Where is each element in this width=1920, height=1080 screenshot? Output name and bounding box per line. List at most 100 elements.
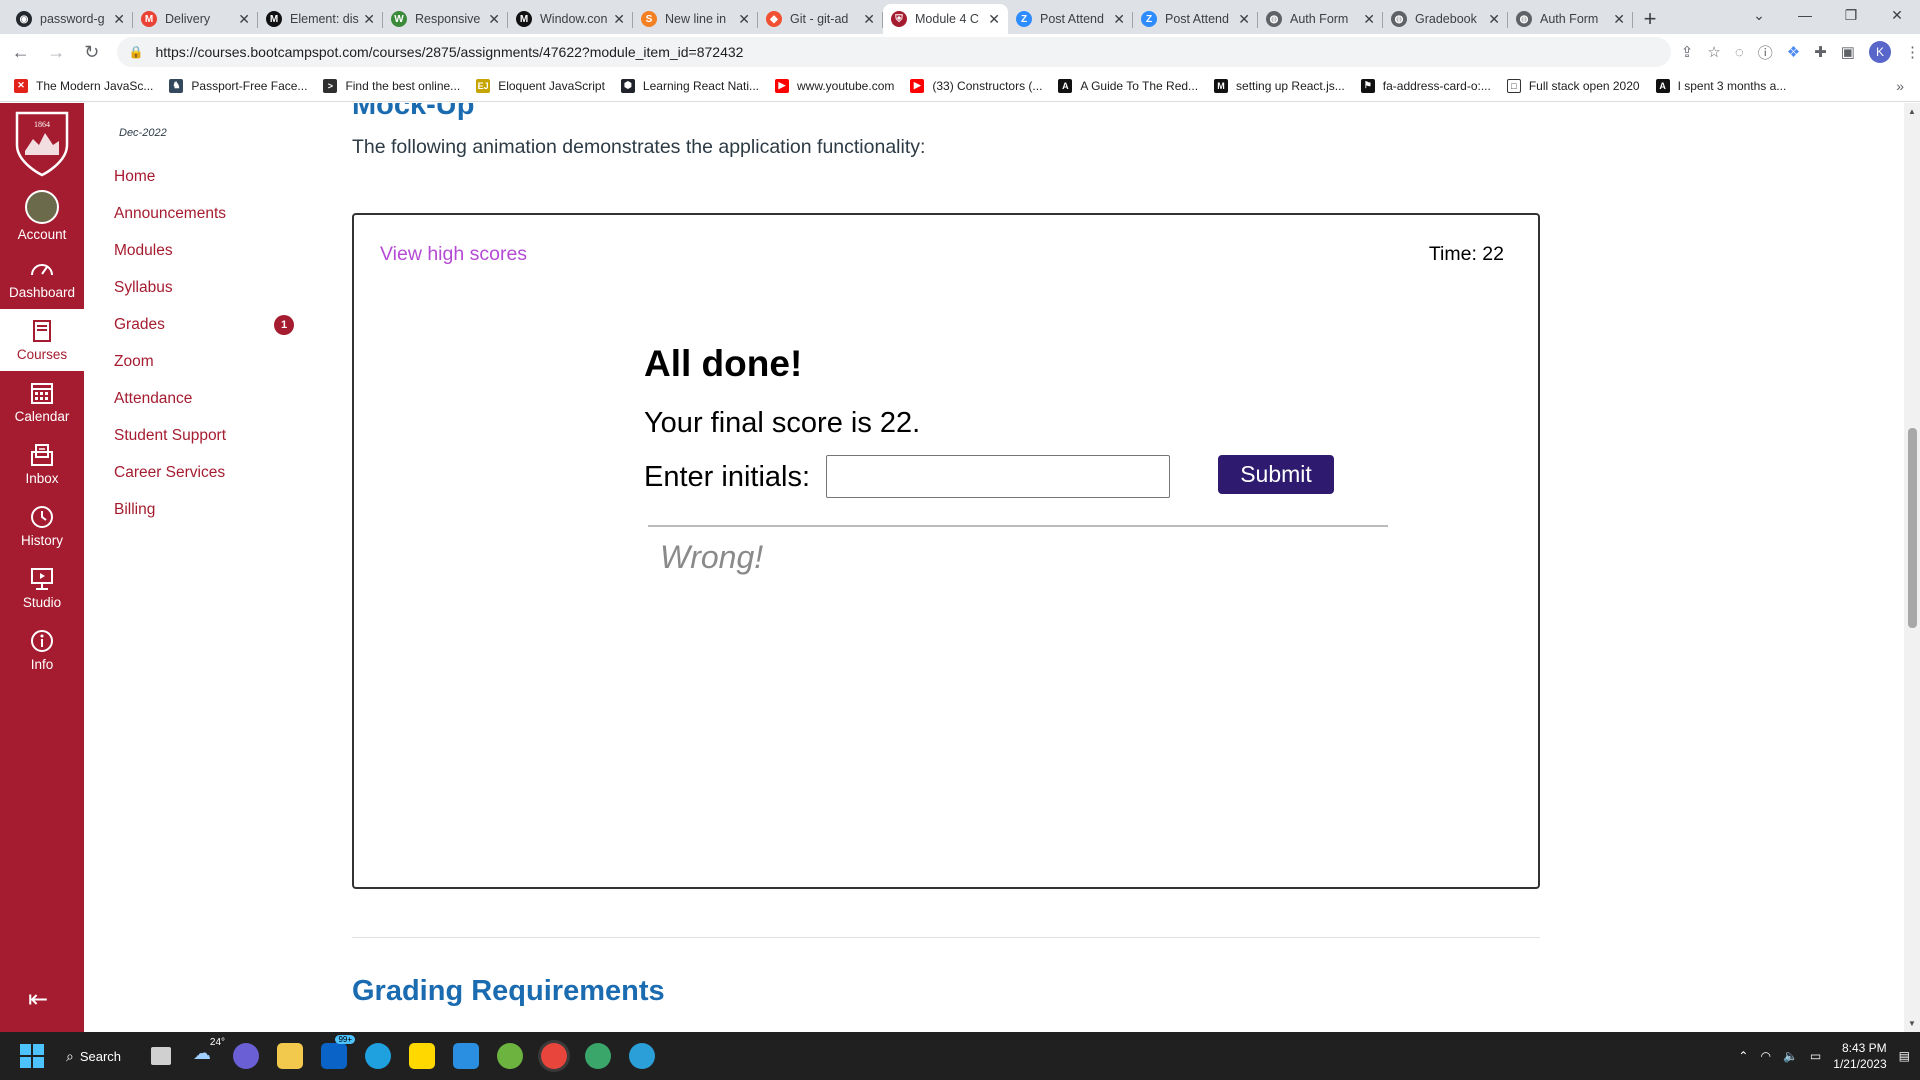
browser-tab[interactable]: ⛨ Module 4 C ✕	[883, 4, 1008, 34]
globe-app-icon[interactable]	[585, 1043, 612, 1069]
bookmark-item[interactable]: ⬢ Learning React Nati...	[620, 78, 759, 93]
university-logo[interactable]: 1864	[0, 103, 84, 185]
menu-icon[interactable]: ⋮	[1905, 43, 1920, 61]
course-nav-attendance[interactable]: Attendance	[114, 380, 294, 417]
extension-icon[interactable]: ⓘ	[1758, 42, 1773, 63]
teams-chat-icon[interactable]	[233, 1043, 260, 1069]
browser-tab[interactable]: Z Post Attend ✕	[1133, 4, 1258, 34]
tab-close-icon[interactable]: ✕	[363, 11, 375, 28]
browser-tab[interactable]: M Delivery ✕	[133, 4, 258, 34]
tab-close-icon[interactable]: ✕	[113, 11, 125, 28]
start-windows-icon[interactable]	[20, 1044, 44, 1068]
course-nav-syllabus[interactable]: Syllabus	[114, 269, 294, 306]
browser-tab[interactable]: M Window.con ✕	[508, 4, 633, 34]
extension-icon[interactable]: ❖	[1787, 43, 1800, 61]
minimize-icon[interactable]: —	[1782, 0, 1828, 30]
browser-tab[interactable]: ◍ Auth Form ✕	[1508, 4, 1633, 34]
bookmark-star-icon[interactable]: ☆	[1707, 43, 1720, 61]
nav-history[interactable]: History	[0, 495, 84, 557]
tab-close-icon[interactable]: ✕	[613, 11, 625, 28]
vscode-icon[interactable]	[453, 1043, 480, 1069]
utorrent-icon[interactable]	[497, 1043, 524, 1069]
browser-tab[interactable]: ◆ Git - git-ad ✕	[758, 4, 883, 34]
clock[interactable]: 8:43 PM 1/21/2023	[1833, 1040, 1886, 1072]
weather-icon[interactable]: ☁ 24°	[189, 1037, 225, 1069]
tab-close-icon[interactable]: ✕	[1238, 11, 1250, 28]
bookmark-item[interactable]: > Find the best online...	[323, 78, 460, 93]
bookmark-item[interactable]: A I spent 3 months a...	[1655, 78, 1786, 93]
network-app-icon[interactable]	[629, 1043, 656, 1069]
course-nav-career-services[interactable]: Career Services	[114, 454, 294, 491]
sticky-notes-icon[interactable]	[409, 1043, 436, 1069]
tab-close-icon[interactable]: ✕	[488, 11, 500, 28]
nav-account[interactable]: Account	[0, 185, 84, 247]
restore-icon[interactable]: ❐	[1828, 0, 1874, 30]
task-view-icon[interactable]	[151, 1047, 172, 1065]
bookmark-item[interactable]: A A Guide To The Red...	[1058, 78, 1198, 93]
extension-icon[interactable]: ◌	[1735, 44, 1744, 61]
browser-tab[interactable]: ◉ password-g ✕	[8, 4, 133, 34]
new-tab-button[interactable]: +	[1633, 4, 1667, 34]
course-nav-home[interactable]: Home	[114, 158, 294, 195]
wifi-icon[interactable]: ◠	[1760, 1049, 1770, 1063]
notifications-icon[interactable]: ▤	[1899, 1049, 1910, 1063]
taskbar-search[interactable]: ⌕ Search	[66, 1048, 121, 1065]
tab-close-icon[interactable]: ✕	[1363, 11, 1375, 28]
bookmark-item[interactable]: EJ Eloquent JavaScript	[476, 78, 605, 93]
tab-close-icon[interactable]: ✕	[863, 11, 875, 28]
bookmark-item[interactable]: □ Full stack open 2020	[1506, 78, 1640, 93]
browser-tab[interactable]: W Responsive ✕	[383, 4, 508, 34]
browser-tab[interactable]: M Element: dis ✕	[258, 4, 383, 34]
address-bar[interactable]: 🔒 https://courses.bootcampspot.com/cours…	[116, 37, 1671, 67]
nav-courses[interactable]: Courses	[0, 309, 84, 371]
initials-input[interactable]	[826, 455, 1170, 498]
share-icon[interactable]: ⇪	[1681, 43, 1694, 61]
tab-close-icon[interactable]: ✕	[988, 11, 1000, 28]
scrollbar-thumb[interactable]	[1908, 428, 1917, 628]
chrome-icon[interactable]	[541, 1043, 568, 1069]
sidepanel-icon[interactable]: ▣	[1841, 43, 1855, 61]
bookmark-item[interactable]: ▶ www.youtube.com	[774, 78, 894, 93]
tab-close-icon[interactable]: ✕	[238, 11, 250, 28]
nav-inbox[interactable]: Inbox	[0, 433, 84, 495]
back-icon[interactable]: ←	[6, 37, 36, 67]
reload-icon[interactable]: ↻	[77, 37, 107, 67]
view-high-scores-link[interactable]: View high scores	[380, 243, 527, 266]
tray-overflow-icon[interactable]: ⌃	[1738, 1049, 1748, 1063]
tab-close-icon[interactable]: ✕	[1488, 11, 1500, 28]
browser-tab[interactable]: ◍ Gradebook ✕	[1383, 4, 1508, 34]
tab-close-icon[interactable]: ✕	[1613, 11, 1625, 28]
volume-icon[interactable]: 🔈	[1783, 1049, 1798, 1063]
bookmark-item[interactable]: ✕ The Modern JavaSc...	[14, 78, 153, 93]
bookmarks-overflow[interactable]: »	[1896, 78, 1904, 94]
course-nav-modules[interactable]: Modules	[114, 232, 294, 269]
browser-tab[interactable]: Z Post Attend ✕	[1008, 4, 1133, 34]
edge-browser-icon[interactable]	[365, 1043, 392, 1069]
course-nav-student-support[interactable]: Student Support	[114, 417, 294, 454]
bookmark-item[interactable]: ⚑ fa-address-card-o:...	[1360, 78, 1491, 93]
tab-close-icon[interactable]: ✕	[1113, 11, 1125, 28]
bookmark-item[interactable]: ▶ (33) Constructors (...	[910, 78, 1042, 93]
course-nav-grades[interactable]: Grades 1	[114, 306, 294, 343]
scroll-up-icon[interactable]: ▲	[1908, 107, 1916, 116]
puzzle-icon[interactable]: ✚	[1814, 43, 1827, 61]
profile-avatar[interactable]: K	[1868, 41, 1891, 63]
nav-calendar[interactable]: Calendar	[0, 371, 84, 433]
nav-info[interactable]: Info	[0, 619, 84, 681]
nav-dashboard[interactable]: Dashboard	[0, 247, 84, 309]
course-nav-zoom[interactable]: Zoom	[114, 343, 294, 380]
nav-studio[interactable]: Studio	[0, 557, 84, 619]
battery-icon[interactable]: ▭	[1810, 1049, 1821, 1063]
tab-search-icon[interactable]: ⌄	[1736, 0, 1782, 30]
submit-button[interactable]: Submit	[1218, 455, 1334, 494]
page-scrollbar[interactable]: ▲ ▼	[1904, 103, 1920, 1032]
forward-icon[interactable]: →	[42, 37, 72, 67]
tab-close-icon[interactable]: ✕	[738, 11, 750, 28]
close-window-icon[interactable]: ✕	[1874, 0, 1920, 30]
course-nav-announcements[interactable]: Announcements	[114, 195, 294, 232]
collapse-nav-icon[interactable]: ⇤	[28, 985, 48, 1014]
browser-tab[interactable]: S New line in ✕	[633, 4, 758, 34]
mail-icon[interactable]: 99+	[321, 1035, 356, 1069]
bookmark-item[interactable]: Msetting up React.js...	[1214, 78, 1345, 93]
course-nav-billing[interactable]: Billing	[114, 491, 294, 528]
